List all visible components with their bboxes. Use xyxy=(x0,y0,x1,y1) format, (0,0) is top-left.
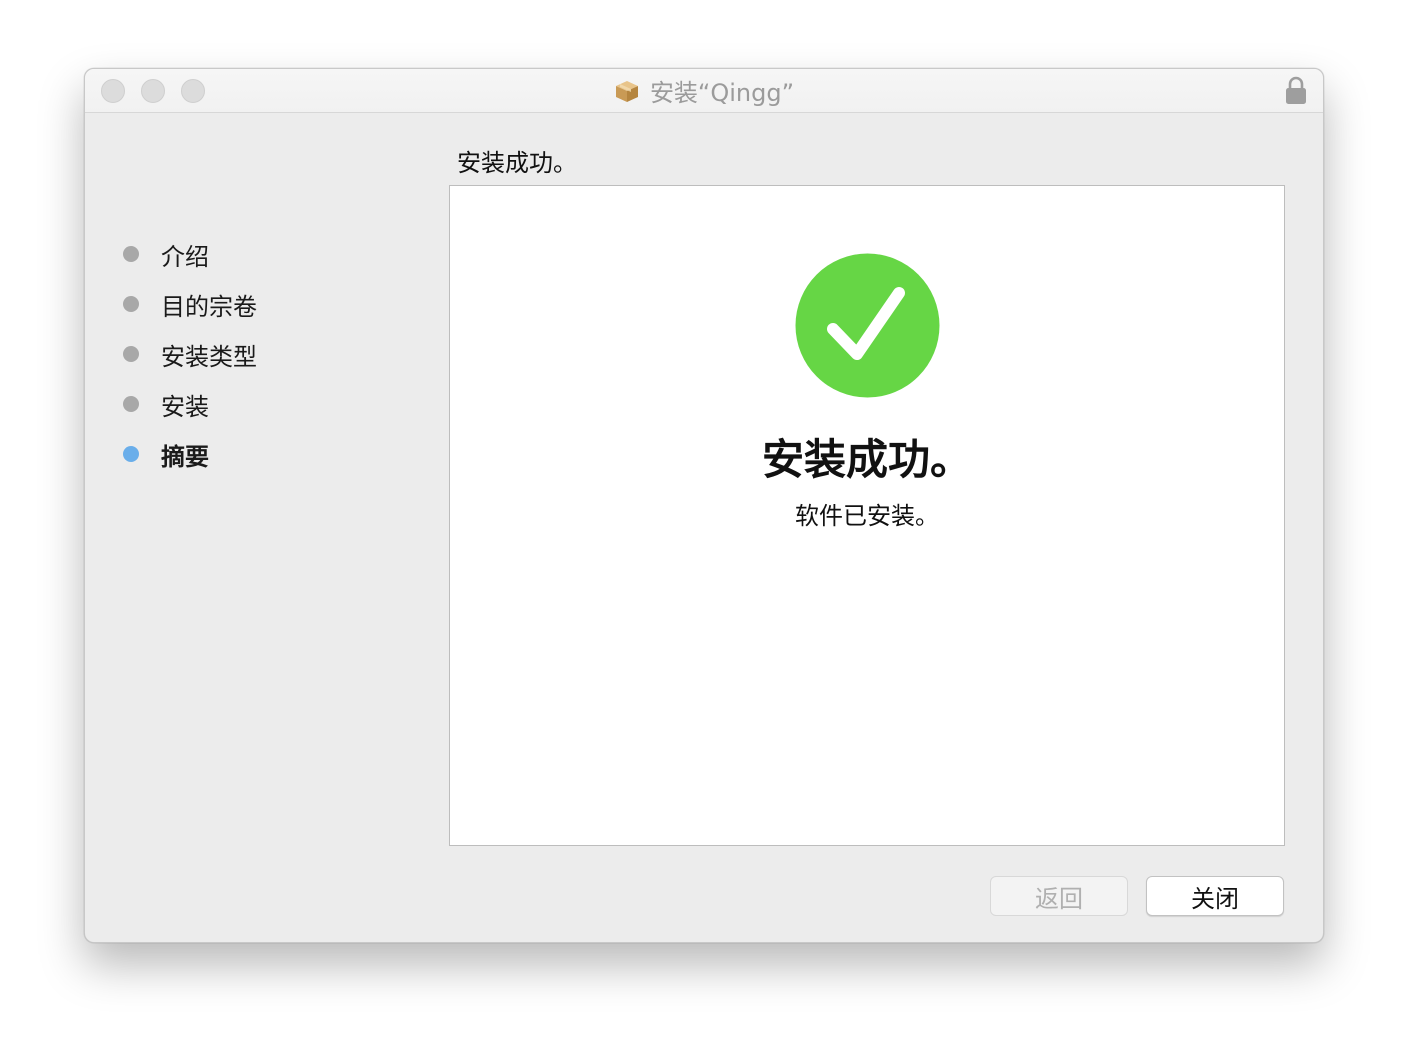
sidebar-step-introduction: 介绍 xyxy=(123,229,423,279)
step-sidebar: 介绍 目的宗卷 安装类型 安装 摘要 xyxy=(123,229,423,479)
sidebar-step-summary: 摘要 xyxy=(123,429,423,479)
sidebar-step-install-type: 安装类型 xyxy=(123,329,423,379)
sidebar-step-installation: 安装 xyxy=(123,379,423,429)
content-panel: 安装成功。 软件已安装。 xyxy=(449,185,1285,846)
step-status-dot-active xyxy=(123,446,139,462)
title-bar: 安装“Qingg” xyxy=(85,69,1323,113)
lock-icon[interactable] xyxy=(1284,75,1308,105)
close-button[interactable]: 关闭 xyxy=(1146,876,1284,916)
step-status-dot xyxy=(123,296,139,312)
window-title-group: 安装“Qingg” xyxy=(85,69,1323,112)
section-heading: 安装成功。 xyxy=(457,149,577,177)
sidebar-step-destination: 目的宗卷 xyxy=(123,279,423,329)
step-label: 安装类型 xyxy=(161,342,257,371)
installer-window: 安装“Qingg” 介绍 目的宗卷 安装类型 安装 摘要 安装成功。 安装成功。… xyxy=(84,68,1324,943)
package-icon xyxy=(615,80,638,102)
success-title: 安装成功。 xyxy=(761,435,972,484)
step-status-dot xyxy=(123,396,139,412)
step-status-dot xyxy=(123,246,139,262)
back-button[interactable]: 返回 xyxy=(990,876,1128,916)
step-status-dot xyxy=(123,346,139,362)
success-subtitle: 软件已安装。 xyxy=(795,502,939,530)
step-label: 安装 xyxy=(161,392,209,421)
checkmark-circle-icon xyxy=(795,253,940,398)
step-label: 摘要 xyxy=(161,442,209,471)
step-label: 介绍 xyxy=(161,242,209,271)
window-title: 安装“Qingg” xyxy=(649,79,795,107)
step-label: 目的宗卷 xyxy=(161,292,257,321)
